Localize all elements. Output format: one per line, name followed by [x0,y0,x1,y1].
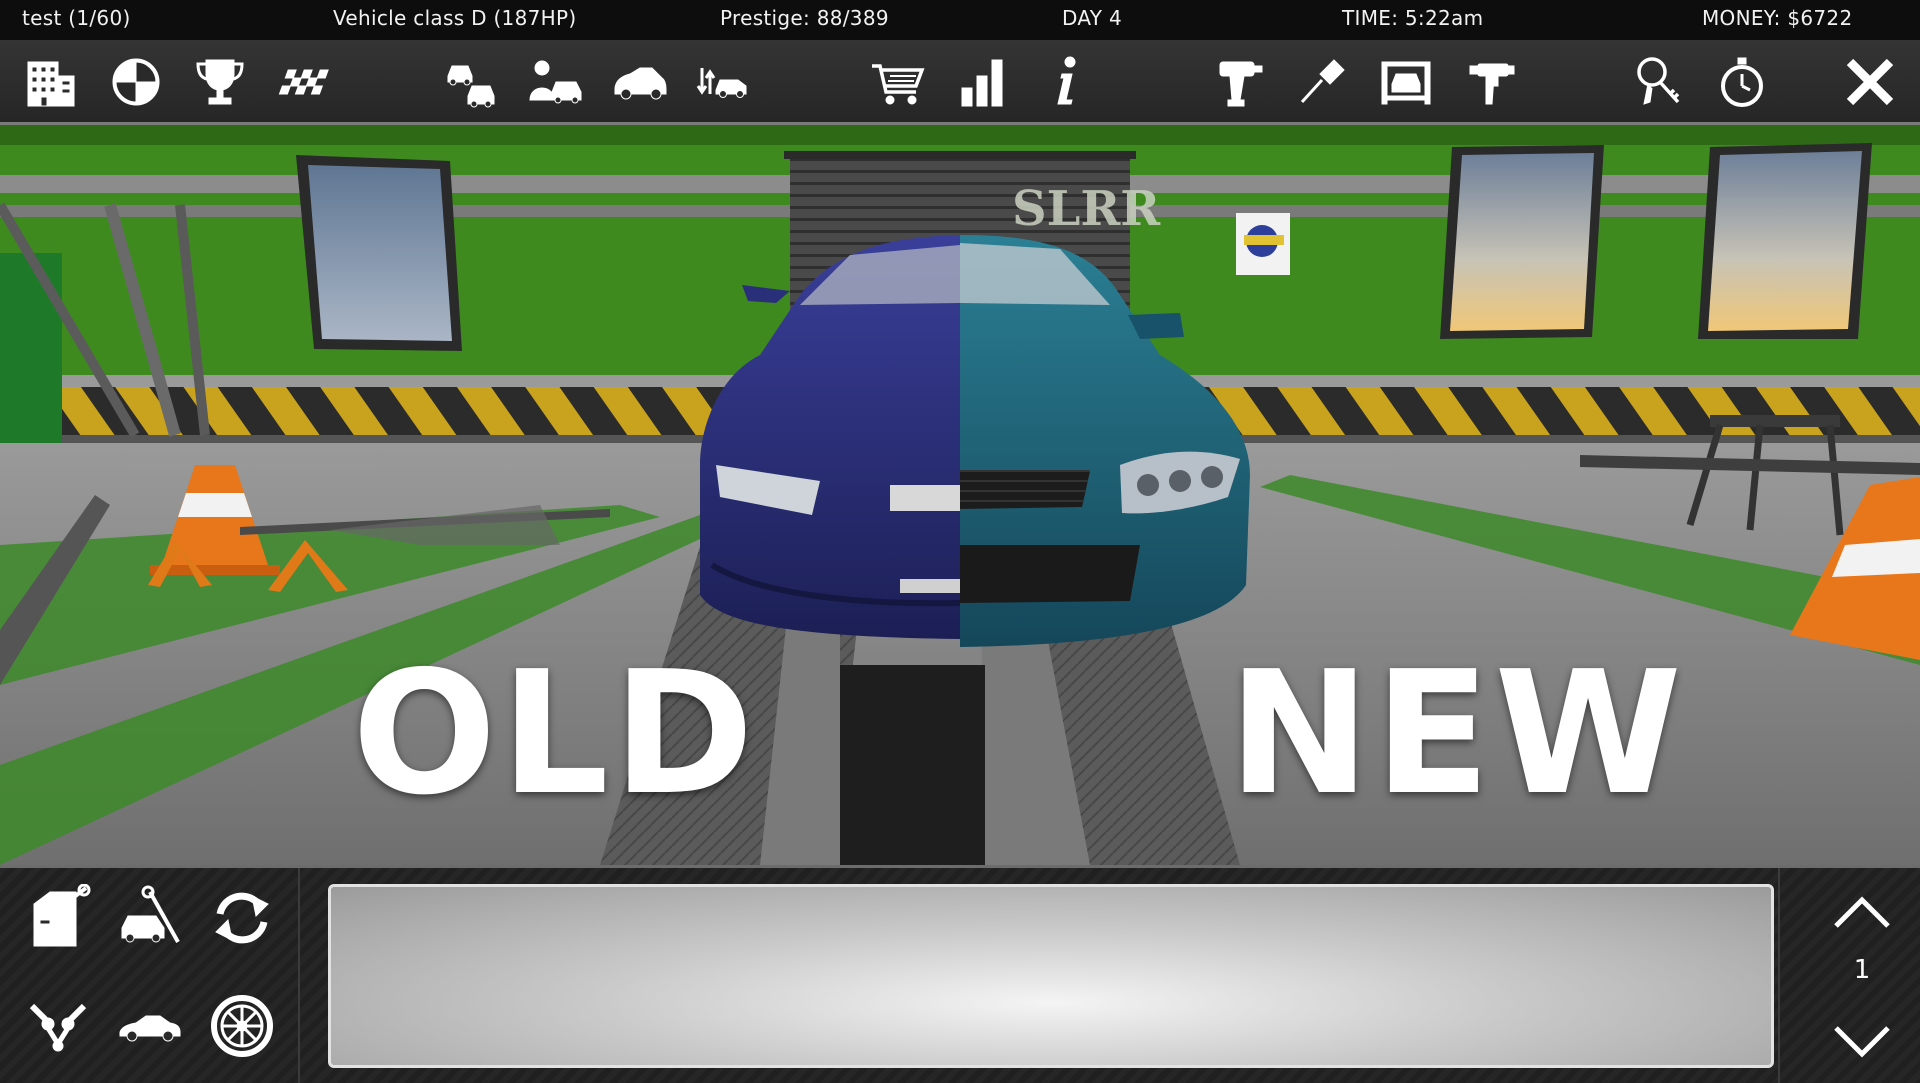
swap-icon[interactable] [202,878,282,958]
car-dealer-icon[interactable] [524,50,588,114]
prestige-label: Prestige: 88/389 [720,6,889,30]
car-body-icon[interactable] [110,986,190,1066]
crash-test-icon[interactable] [104,50,168,114]
drill-icon[interactable] [1206,50,1270,114]
page-number: 1 [1840,955,1884,985]
stopwatch-icon[interactable] [1710,50,1774,114]
car-repair-icon[interactable] [110,878,190,958]
shopping-cart-icon[interactable] [866,50,930,114]
profile-label: test (1/60) [22,6,131,30]
vehicle-class-label: Vehicle class D (187HP) [333,6,576,30]
wall-sign-text: SLRR [1012,181,1161,237]
trophy-icon[interactable] [188,50,252,114]
day-label: DAY 4 [1062,6,1122,30]
new-label: NEW [1228,635,1686,833]
car-side-icon[interactable] [608,50,672,114]
money-label: MONEY: $6722 [1702,6,1852,30]
close-icon[interactable] [1838,50,1902,114]
car-list-icon[interactable] [440,50,504,114]
door-repair-icon[interactable] [18,878,98,958]
garage-scene: SLRR [0,125,1920,865]
spray-gun-icon[interactable] [1458,50,1522,114]
panel-divider [298,868,300,1083]
keys-icon[interactable] [1626,50,1690,114]
page-down-button[interactable] [1830,1018,1894,1066]
panel-divider [1778,868,1780,1083]
bottom-panel: 1 [0,865,1920,1083]
race-flag-icon[interactable] [272,50,336,114]
status-bar: test (1/60) Vehicle class D (187HP) Pres… [0,0,1920,41]
car-lift-icon[interactable] [1374,50,1438,114]
time-label: TIME: 5:22am [1342,6,1483,30]
engine-icon[interactable] [18,986,98,1066]
car-transfer-icon[interactable] [692,50,756,114]
wheel-icon[interactable] [202,986,282,1066]
page-up-button[interactable] [1830,888,1894,936]
old-label: OLD [352,635,758,833]
building-icon[interactable] [18,50,82,114]
info-icon[interactable] [1034,50,1098,114]
info-panel [328,884,1774,1068]
screwdriver-icon[interactable] [1290,50,1354,114]
stats-bar-icon[interactable] [950,50,1014,114]
toolbar [0,40,1920,125]
